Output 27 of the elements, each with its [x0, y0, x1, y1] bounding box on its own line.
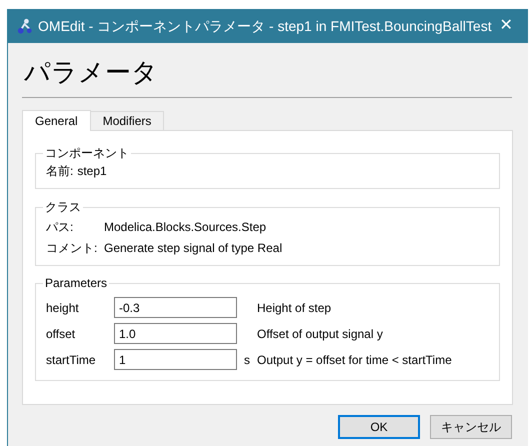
parameter-description: Height of step: [257, 300, 332, 316]
field-label: パス:: [46, 219, 74, 236]
parameter-name: startTime: [46, 352, 97, 368]
window-title: OMEdit - コンポーネントパラメータ - step1 in FMITest.BouncingBallTest: [38, 16, 492, 36]
group-title: コンポーネント: [44, 145, 130, 162]
dialog-button[interactable]: OK: [338, 415, 420, 439]
input-field[interactable]: 1: [114, 349, 237, 370]
field-value: step1: [77, 163, 107, 180]
parameter-description: Output y = offset for time < startTime: [257, 352, 452, 368]
group-title: Parameters: [44, 275, 108, 292]
dialog-heading: パラメータ: [23, 56, 159, 89]
parameter-name: offset: [46, 326, 76, 342]
dialog-button[interactable]: キャンセル: [430, 415, 512, 439]
input-field[interactable]: -0.3: [114, 297, 237, 318]
tab[interactable]: General: [22, 110, 91, 131]
field-value: Modelica.Blocks.Sources.Step: [104, 219, 266, 236]
parameter-name: height: [46, 300, 80, 316]
group-title: クラス: [44, 199, 82, 216]
field-label: 名前:: [46, 163, 74, 180]
close-button[interactable]: ✕: [492, 11, 520, 41]
input-field[interactable]: 1.0: [114, 323, 237, 344]
unit-label: s: [243, 352, 251, 368]
field-label: コメント:: [46, 240, 98, 257]
field-value: Generate step signal of type Real: [104, 240, 282, 257]
parameter-description: Offset of output signal y: [257, 326, 383, 342]
tab[interactable]: Modifiers: [90, 111, 164, 130]
app-icon: [16, 17, 34, 35]
